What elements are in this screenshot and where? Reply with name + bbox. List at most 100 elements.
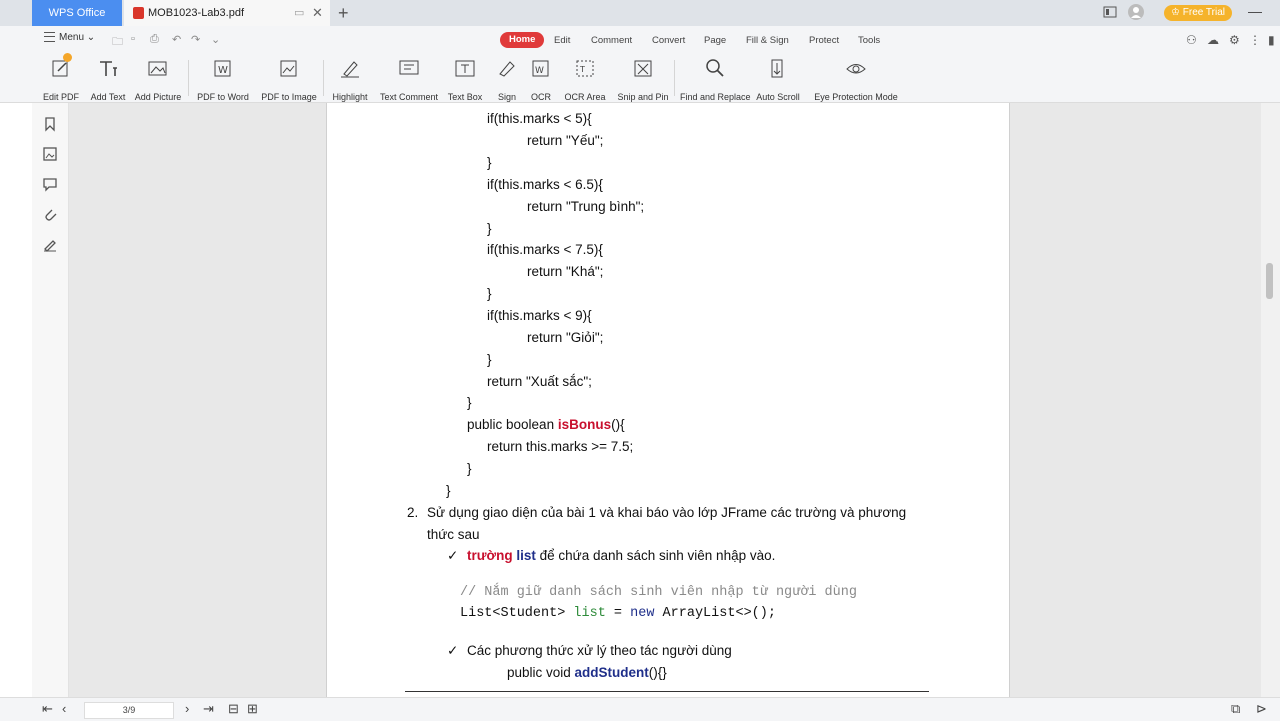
vertical-scrollbar[interactable] (1261, 103, 1280, 697)
tab-convert[interactable]: Convert (652, 33, 685, 49)
highlight-button[interactable]: Highlight (327, 56, 373, 102)
edit-pdf-label: Edit PDF (42, 92, 79, 102)
pdf-to-image-label: PDF to Image (261, 92, 317, 102)
open-folder-icon[interactable]: 🗀 (112, 33, 123, 52)
edit-pdf-button[interactable]: Edit PDF (38, 53, 84, 102)
tab-page[interactable]: Page (704, 33, 726, 49)
code-line: if(this.marks < 5){ (487, 111, 592, 126)
find-replace-label: Find and Replace (680, 92, 751, 102)
code-line: } (487, 352, 492, 367)
signature-icon[interactable] (42, 236, 58, 252)
tab-edit[interactable]: Edit (554, 33, 570, 49)
tab-protect[interactable]: Protect (809, 33, 839, 49)
tab-document[interactable]: MOB1023-Lab3.pdf ▭ ✕ (124, 0, 330, 26)
text-box-label: Text Box (447, 92, 483, 102)
thumbnail-icon[interactable] (42, 146, 58, 162)
text-box-icon (455, 60, 475, 77)
print-icon[interactable]: ⎙ (150, 33, 159, 46)
tab-home[interactable]: Home (500, 32, 545, 48)
find-replace-icon (706, 59, 724, 77)
code-keyword: new (630, 606, 655, 621)
snip-pin-icon (634, 60, 652, 77)
highlight-label: Highlight (332, 92, 368, 102)
text-comment-button[interactable]: Text Comment (380, 56, 438, 102)
menu-button[interactable]: Menu ⌄ (44, 32, 95, 43)
toolbar-divider (674, 60, 675, 96)
more-icon[interactable]: ⋮ (1249, 33, 1261, 47)
tab-comment[interactable]: Comment (591, 33, 632, 49)
toolbar: Edit PDF Add Text Add Picture W PDF to W… (0, 53, 1280, 103)
close-tab-icon[interactable]: ✕ (312, 0, 323, 26)
cloud-icon[interactable]: ☁ (1207, 33, 1219, 47)
scrollbar-thumb[interactable] (1266, 263, 1273, 299)
add-picture-button[interactable]: Add Picture (134, 56, 182, 102)
play-icon[interactable]: ⊳ (1256, 701, 1267, 717)
pdf-file-icon (133, 7, 144, 19)
code-line: return "Yếu"; (527, 133, 604, 148)
free-trial-button[interactable]: ♔ Free Trial (1164, 5, 1232, 21)
quick-access-dropdown-icon[interactable]: ⌄ (211, 33, 220, 46)
code-rest: ArrayList<>(); (654, 606, 776, 621)
pdf-page: if(this.marks < 5){ return "Yếu"; } if(t… (326, 103, 1010, 697)
paragraph-line: thức sau (427, 527, 480, 542)
reading-mode-icon[interactable]: ⧉ (1231, 701, 1240, 717)
toolbar-divider (323, 60, 324, 96)
attachment-icon[interactable] (42, 206, 58, 222)
bookmark-icon[interactable] (42, 116, 58, 132)
comment-icon[interactable] (42, 176, 58, 192)
checkmark-icon: ✓ (447, 643, 459, 658)
avatar[interactable] (1128, 4, 1144, 20)
snip-pin-button[interactable]: Snip and Pin (617, 56, 669, 102)
premium-badge-icon (63, 53, 72, 62)
minimize-icon[interactable]: — (1248, 3, 1262, 19)
window-icon[interactable]: ▭ (294, 0, 304, 26)
ocr-area-button[interactable]: T OCR Area (561, 56, 609, 102)
page-number-input[interactable]: 3/9 (84, 702, 174, 719)
pdf-to-image-button[interactable]: PDF to Image (260, 56, 318, 102)
eye-protection-button[interactable]: Eye Protection Mode (810, 56, 902, 102)
left-sidebar (32, 103, 69, 697)
next-page-icon[interactable]: › (185, 701, 189, 716)
tab-tools[interactable]: Tools (858, 33, 880, 49)
add-text-button[interactable]: Add Text (88, 56, 128, 102)
prev-page-icon[interactable]: ‹ (62, 701, 66, 716)
sign-button[interactable]: Sign (493, 56, 521, 102)
svg-text:W: W (535, 66, 544, 76)
code-comment: // Nắm giữ danh sách sinh viên nhập từ n… (460, 585, 857, 600)
first-page-icon[interactable]: ⇤ (42, 701, 53, 717)
undo-icon[interactable]: ↶ (172, 33, 181, 46)
find-replace-button[interactable]: Find and Replace (680, 56, 751, 102)
crown-icon: ♔ (1171, 7, 1183, 18)
window-layout-icon[interactable] (1103, 5, 1117, 19)
save-icon[interactable]: ▫ (131, 33, 135, 45)
auto-scroll-button[interactable]: Auto Scroll (754, 56, 802, 102)
ocr-button[interactable]: W OCR (528, 56, 554, 102)
eye-icon (846, 64, 866, 74)
redo-icon[interactable]: ↷ (191, 33, 200, 46)
share-user-icon[interactable]: ⚇ (1186, 33, 1197, 47)
forward-icon[interactable]: ⊞ (247, 701, 258, 717)
last-page-icon[interactable]: ⇥ (203, 701, 214, 717)
tab-document-title: MOB1023-Lab3.pdf (148, 7, 245, 19)
code-line: } (446, 483, 451, 498)
ocr-label: OCR (531, 92, 551, 102)
add-picture-label: Add Picture (134, 92, 182, 102)
auto-scroll-icon (771, 59, 783, 78)
new-tab-icon[interactable]: + (338, 1, 349, 25)
add-text-icon (100, 61, 117, 76)
hamburger-icon (44, 32, 55, 43)
code-line: } (487, 286, 492, 301)
method-name: isBonus (557, 417, 612, 432)
code-type: List<Student> (460, 606, 574, 621)
settings-icon[interactable]: ⚙ (1229, 33, 1240, 47)
back-icon[interactable]: ⊟ (228, 701, 239, 717)
svg-text:W: W (218, 65, 228, 76)
text-box-button[interactable]: Text Box (446, 56, 484, 102)
code-line: return "Giỏi"; (527, 330, 604, 345)
tab-wps-office[interactable]: WPS Office (32, 0, 122, 26)
tab-fill-sign[interactable]: Fill & Sign (746, 33, 789, 49)
pdf-to-word-button[interactable]: W PDF to Word (193, 56, 253, 102)
panel-toggle-icon[interactable]: ▮ (1268, 33, 1275, 47)
pdf-to-word-label: PDF to Word (197, 92, 249, 102)
code-snippet: List<Student> list = new ArrayList<>(); (460, 606, 776, 621)
